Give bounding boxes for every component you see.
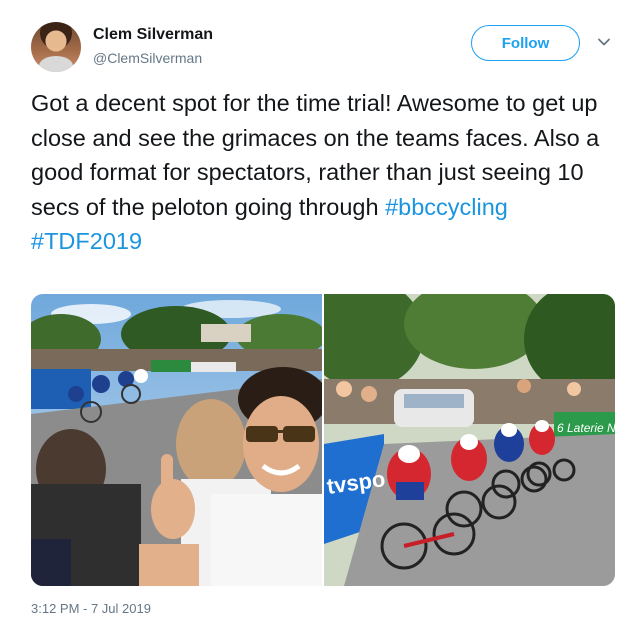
tweet-text: Got a decent spot for the time trial! Aw…	[31, 86, 616, 259]
tweet-timestamp[interactable]: 3:12 PM - 7 Jul 2019	[31, 601, 151, 616]
hashtag-link[interactable]: #bbccycling	[385, 194, 508, 220]
author-handle[interactable]: @ClemSilverman	[93, 50, 202, 66]
follow-button[interactable]: Follow	[471, 25, 580, 61]
selfie-photo[interactable]	[31, 294, 322, 586]
tweet-header: Clem Silverman @ClemSilverman Follow	[31, 20, 621, 72]
media-gallery: tvspo 6 Laterie Na	[31, 294, 615, 586]
laterie-banner-text: 6 Laterie Na	[557, 421, 615, 435]
hashtag-link[interactable]: #TDF2019	[31, 228, 142, 254]
chevron-down-icon[interactable]	[596, 34, 612, 50]
tweet-body: Got a decent spot for the time trial! Aw…	[31, 90, 606, 220]
author-name[interactable]: Clem Silverman	[93, 26, 213, 44]
cyclists-photo[interactable]: tvspo 6 Laterie Na	[324, 294, 615, 586]
avatar[interactable]	[31, 22, 81, 72]
